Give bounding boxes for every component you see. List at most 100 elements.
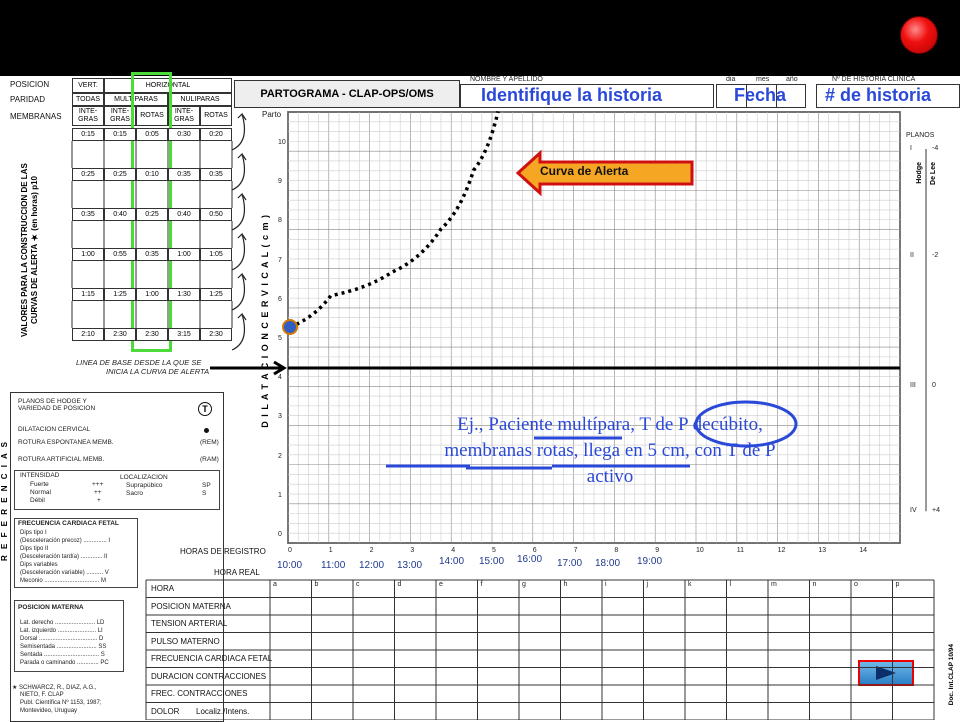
alert-value-cell: 0:25 [104,168,136,181]
alert-value-cell: 1:25 [200,288,232,301]
citation-line: NIETO, F. CLAP [20,692,64,698]
real-time-label: 11:00 [320,560,347,571]
x-tick-label: 9 [655,547,660,554]
x-tick-label: 7 [573,547,578,554]
ref-supra-code: SP [202,482,211,489]
ref-localizacion: LOCALIZACION [120,474,168,481]
alert-value-cell: 2:30 [104,328,136,341]
ref-debil-code: + [97,497,101,504]
grid-row-label: POSICION MATERNA [151,601,231,611]
grid-col-letter: a [273,581,277,588]
y-tick-label: 7 [278,256,282,264]
pos-item: Parada o caminando ............. PC [20,660,109,666]
alert-value-cell: 1:00 [72,248,104,261]
alert-value-cell: 0:20 [200,128,232,141]
dilatacion-dot-icon [204,428,209,433]
plano-roman: IV [910,507,917,515]
x-tick-label: 0 [288,547,292,554]
plano-delee: -4 [932,145,939,152]
referencias-title-box: R E F E R E N C I A S [0,440,10,600]
delee-label-box: De Lee [930,162,939,202]
alert-value-cell: 0:40 [168,208,200,221]
real-time-label: 12:00 [358,560,386,571]
ref-intensidad: INTENSIDAD [20,472,60,479]
ref-supra: Suprapúbico [126,482,163,489]
x-tick-label: 12 [777,547,786,554]
dolor-sub-label: Localiz./Intens. [196,706,250,716]
alert-value-cell: 0:35 [168,168,200,181]
real-time-label: 14:00 [438,556,466,567]
grid-col-letter: i [605,581,607,588]
ref-ram-code: (RAM) [200,456,219,463]
grid-col-letter: f [480,581,483,588]
pos-item: Lat. derecho ........................ LD [20,620,105,626]
next-arrow-icon [876,666,896,680]
alert-value-cell: 0:35 [72,208,104,221]
alert-value-cell: 2:30 [136,328,168,341]
planos-label: PLANOS [906,132,935,139]
grid-row-label: DOLOR [151,706,180,716]
citation-line: Montevideo, Uruguay [20,708,78,714]
fcf-item: Dips tipo I [20,530,47,536]
alert-value-cell: 0:50 [200,208,232,221]
grid-col-letter: p [895,581,900,588]
y-tick-label: 0 [278,531,282,538]
x-tick-label: 2 [369,547,374,554]
x-tick-label: 3 [410,547,415,554]
alert-value-cell: 2:30 [200,328,232,341]
alert-value-cell: 0:15 [72,128,104,141]
grid-col-letter: l [729,581,732,588]
fcf-item: (Desceleración tardía) ............. II [20,554,108,560]
real-time-label: 17:00 [556,558,584,569]
alert-value-cell: 0:05 [136,128,168,141]
x-tick-label: 10 [696,547,704,554]
alert-value-cell: 0:40 [104,208,136,221]
posicion-symbol-icon: T [198,402,212,416]
grid-row-label: TENSION ARTERIAL [151,619,228,628]
next-button[interactable] [858,660,914,686]
hodge-label: Hodge [916,162,923,184]
ref-ram: ROTURA ARTIFICIAL MEMB. [18,456,105,463]
grid-col-letter: j [646,581,649,588]
x-tick-label: 6 [532,547,537,554]
ref-debil: Débil [30,497,45,504]
real-time-label: 19:00 [636,556,664,567]
y-tick-label: 4 [278,374,282,382]
alert-value-cell: 1:30 [168,288,200,301]
alert-callout-label: Curva de Alerta [540,164,629,178]
plano-roman: III [910,381,916,389]
delee-label: De Lee [930,162,937,185]
alert-value-cell: 3:15 [168,328,200,341]
alert-value-cell: 0:35 [136,248,168,261]
citation-line: ★ SCHWARCZ, R., DIAZ, A.G., [12,685,97,691]
referencias-title: R E F E R E N C I A S [0,440,9,561]
x-tick-label: 5 [492,547,496,554]
citation-line: Publ. Científica Nº 1153, 1987; [20,700,102,706]
alert-value-cell: 1:25 [104,288,136,301]
fcf-item: (Desceleración precoz) .............. I [20,538,111,544]
ref-rem: ROTURA ESPONTANEA MEMB. [18,439,114,446]
alert-value-cell: 0:10 [136,168,168,181]
ref-normal-code: ++ [94,489,102,496]
ref-sacro-code: S [202,490,207,497]
alert-value-cell: 1:00 [136,288,168,301]
pos-item: Dorsal .................................… [20,636,104,642]
grid-row-label: FRECUENCIA CARDIACA FETAL [151,654,273,663]
annotation-line-1: Ej., Paciente multípara, T de P decúbito… [457,414,763,435]
ref-planos: PLANOS DE HODGE Y VARIEDAD DE POSICION [18,398,96,412]
grid-col-letter: g [522,581,526,588]
grid-col-letter: d [397,581,402,588]
alert-value-cell: 1:05 [200,248,232,261]
fcf-item: (Desceleración variable) .......... V [20,570,109,576]
annotation-text: Ej., Paciente multípara, T de P decúbito… [370,412,850,490]
x-tick-label: 13 [818,547,827,554]
grid-col-letter: e [439,581,443,588]
grid-row-label: FREC. CONTRACCIONES [151,689,248,698]
real-time-label: 18:00 [594,558,622,569]
pos-item: Lat. izquierdo ....................... L… [20,628,103,634]
real-time-label: 10:00 [276,560,304,571]
ref-sacro: Sacro [126,490,143,497]
plano-delee: +4 [932,507,940,515]
x-tick-label: 4 [451,547,456,554]
fcf-item: Meconio ................................… [20,578,107,584]
